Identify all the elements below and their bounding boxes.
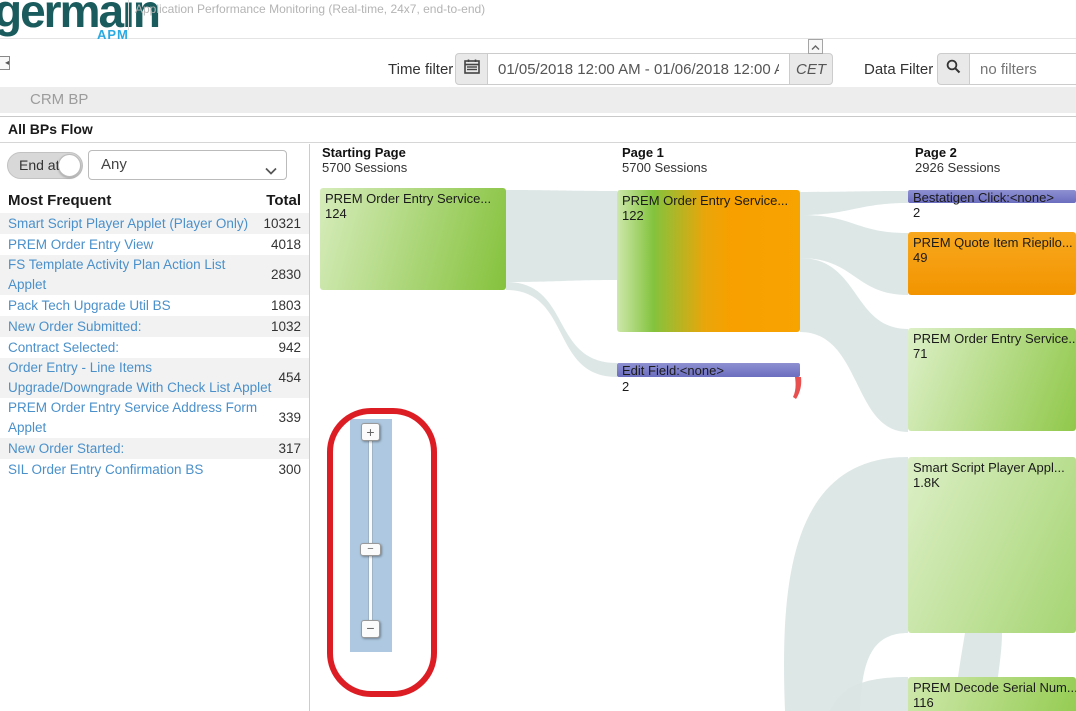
node-value: 116	[913, 695, 1071, 710]
bp-total: 339	[272, 408, 301, 428]
list-item: PREM Order Entry View 4018	[0, 234, 309, 255]
bp-total: 10321	[257, 214, 301, 234]
most-frequent-title: Most Frequent	[8, 192, 111, 213]
apm-flow-page: germain APM Application Performance Moni…	[0, 0, 1076, 711]
red-annotation-circle	[327, 408, 437, 697]
flow-link	[958, 633, 1002, 677]
node-value: 49	[913, 250, 1071, 265]
time-filter-group: CET	[455, 53, 833, 85]
list-item: FS Template Activity Plan Action List Ap…	[0, 255, 309, 295]
bp-link[interactable]: Order Entry - Line Items Upgrade/Downgra…	[8, 358, 272, 398]
flow-node[interactable]: PREM Order Entry Service...124	[320, 188, 506, 290]
flow-node[interactable]: PREM Quote Item Riepilo...49	[908, 232, 1076, 295]
bp-link[interactable]: FS Template Activity Plan Action List Ap…	[8, 255, 265, 295]
flow-link	[800, 191, 908, 215]
node-value: 1.8K	[913, 475, 1071, 490]
flow-node[interactable]: PREM Decode Serial Num...116	[908, 677, 1076, 711]
flow-node[interactable]: Smart Script Player Appl...1.8K	[908, 457, 1076, 633]
node-label: PREM Order Entry Service...	[622, 193, 795, 208]
node-value: 122	[622, 208, 795, 223]
calendar-icon	[464, 59, 480, 79]
list-item: Contract Selected: 942	[0, 337, 309, 358]
flow-node[interactable]: Edit Field:<none> 2	[617, 363, 800, 393]
list-item: New Order Started: 317	[0, 438, 309, 459]
bp-link[interactable]: New Order Started:	[8, 439, 124, 459]
list-item: SIL Order Entry Confirmation BS 300	[0, 459, 309, 480]
list-item: PREM Order Entry Service Address Form Ap…	[0, 398, 309, 438]
breadcrumb: CRM BP	[30, 87, 88, 113]
list-item: Order Entry - Line Items Upgrade/Downgra…	[0, 358, 309, 398]
app-tagline: Application Performance Monitoring (Real…	[135, 2, 485, 16]
node-label: Edit Field:<none>	[622, 363, 724, 378]
end-at-toggle[interactable]: End at	[7, 152, 83, 179]
search-icon	[946, 59, 961, 79]
data-filter-group	[937, 53, 1076, 85]
breadcrumb-bar: CRM BP	[0, 87, 1076, 113]
bp-link[interactable]: Smart Script Player Applet (Player Only)	[8, 214, 248, 234]
collapse-panel-icon[interactable]: ◂	[0, 56, 10, 70]
bp-total: 942	[272, 338, 301, 358]
bp-total: 2830	[265, 265, 301, 285]
node-value: 71	[913, 346, 1071, 361]
list-item: Pack Tech Upgrade Util BS 1803	[0, 295, 309, 316]
flow-link	[784, 457, 908, 711]
apm-logo-sub: APM	[97, 27, 129, 42]
bp-total: 1803	[265, 296, 301, 316]
app-header: germain APM Application Performance Moni…	[0, 0, 1076, 39]
toggle-knob	[58, 154, 81, 177]
node-label: PREM Order Entry Service...	[913, 331, 1071, 346]
flow-node[interactable]: PREM Order Entry Service...122	[617, 190, 800, 332]
time-filter-label: Time filter	[388, 61, 453, 78]
timezone-addon: CET	[789, 53, 833, 85]
data-filter-input[interactable]	[969, 53, 1076, 85]
chevron-down-icon	[265, 162, 277, 180]
sidebar: End at Any Most Frequent Total Smart Scr…	[0, 144, 310, 711]
page-title: All BPs Flow	[8, 117, 93, 142]
most-frequent-header: Most Frequent Total	[0, 192, 309, 213]
bp-total: 300	[272, 460, 301, 480]
bp-link[interactable]: PREM Order Entry Service Address Form Ap…	[8, 398, 272, 438]
bp-total: 317	[272, 439, 301, 459]
time-filter-input[interactable]	[487, 53, 790, 85]
calendar-button[interactable]	[455, 53, 488, 85]
bp-link[interactable]: Contract Selected:	[8, 338, 119, 358]
end-at-select[interactable]: Any	[88, 150, 287, 180]
logo-divider	[128, 0, 129, 30]
node-label: PREM Order Entry Service...	[325, 191, 501, 206]
bp-link[interactable]: Pack Tech Upgrade Util BS	[8, 296, 171, 316]
bp-link[interactable]: SIL Order Entry Confirmation BS	[8, 460, 203, 480]
node-label: Bestatigen Click:<none>	[913, 190, 1054, 205]
bp-total: 4018	[265, 235, 301, 255]
data-filter-label: Data Filter	[864, 61, 933, 78]
node-label: PREM Quote Item Riepilo...	[913, 235, 1071, 250]
section-header: All BPs Flow	[0, 116, 1076, 143]
bp-link[interactable]: PREM Order Entry View	[8, 235, 153, 255]
total-column-label: Total	[266, 192, 301, 213]
bp-link[interactable]: New Order Submitted:	[8, 317, 142, 337]
chevron-up-icon	[811, 38, 820, 56]
flow-node[interactable]: PREM Order Entry Service...71	[908, 328, 1076, 431]
node-label: Smart Script Player Appl...	[913, 460, 1071, 475]
end-at-label: End at	[19, 153, 59, 178]
node-value: 2	[913, 205, 920, 220]
bp-total: 454	[272, 368, 301, 388]
flow-link	[506, 282, 617, 377]
node-value: 124	[325, 206, 501, 221]
list-item: Smart Script Player Applet (Player Only)…	[0, 213, 309, 234]
end-at-selected-value: Any	[101, 151, 127, 179]
flow-link	[506, 190, 617, 282]
node-label: PREM Decode Serial Num...	[913, 680, 1071, 695]
flow-node[interactable]: Bestatigen Click:<none> 2	[908, 190, 1076, 220]
search-button[interactable]	[937, 53, 970, 85]
bp-total: 1032	[265, 317, 301, 337]
node-value: 2	[622, 379, 629, 394]
collapse-filterbar-button[interactable]	[808, 39, 823, 54]
list-item: New Order Submitted: 1032	[0, 316, 309, 337]
most-frequent-list: Smart Script Player Applet (Player Only)…	[0, 213, 309, 480]
